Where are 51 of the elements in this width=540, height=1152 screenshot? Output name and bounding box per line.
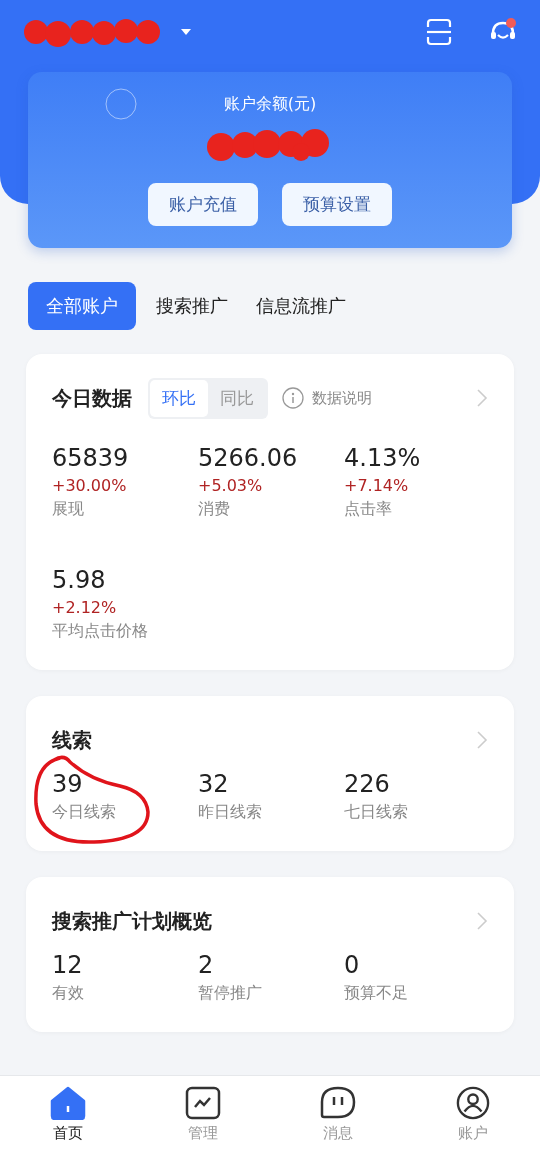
metric-value: 2 xyxy=(198,951,214,979)
metric-value: 0 xyxy=(344,951,360,979)
dropdown-caret-icon[interactable] xyxy=(180,27,192,37)
balance-label: 账户余额(元) xyxy=(223,94,317,115)
metric-label: 昨日线索 xyxy=(198,802,262,823)
circle-icon xyxy=(105,88,137,120)
speech-bubble-icon xyxy=(319,1085,356,1120)
chevron-right-icon[interactable] xyxy=(476,388,488,408)
card-title: 搜索推广计划概览 xyxy=(52,907,212,935)
metric-label: 消费 xyxy=(198,499,230,520)
nav-tab[interactable]: 消息 xyxy=(313,1083,362,1145)
metric-value: 32 xyxy=(198,770,229,798)
user-icon xyxy=(454,1085,491,1120)
account-tab[interactable]: 搜索推广 xyxy=(148,282,236,330)
account-tab[interactable]: 全部账户 xyxy=(28,282,136,330)
chevron-right-icon[interactable] xyxy=(476,911,488,931)
card-title: 今日数据 xyxy=(52,384,132,412)
metric-label: 七日线索 xyxy=(344,802,408,823)
info-link[interactable]: 数据说明 xyxy=(312,388,372,408)
account-tab[interactable]: 信息流推广 xyxy=(248,282,354,330)
trend-chart-icon xyxy=(184,1085,221,1120)
metric-value: 39 xyxy=(52,770,83,798)
info-icon[interactable] xyxy=(282,387,304,409)
metric-label: 展现 xyxy=(52,499,84,520)
metric-value: 5.98 xyxy=(52,566,106,594)
metric-change: +2.12% xyxy=(52,598,117,617)
metric-label: 暂停推广 xyxy=(198,983,262,1004)
compare-option[interactable]: 环比 xyxy=(150,379,208,417)
metric-label: 点击率 xyxy=(344,499,392,520)
metric-label: 有效 xyxy=(52,983,84,1004)
nav-tab[interactable]: 首页 xyxy=(43,1083,92,1145)
metric-label: 今日线索 xyxy=(52,802,116,823)
scan-icon[interactable] xyxy=(424,17,454,47)
metric-value: 226 xyxy=(344,770,390,798)
nav-tab[interactable]: 账户 xyxy=(448,1083,497,1145)
metric-value: 5266.06 xyxy=(198,444,298,472)
metric-label: 平均点击价格 xyxy=(52,621,148,642)
metric-change: +7.14% xyxy=(344,476,409,495)
metric-value: 12 xyxy=(52,951,83,979)
metric-label: 预算不足 xyxy=(344,983,408,1004)
metric-value: 65839 xyxy=(52,444,129,472)
nav-tab[interactable]: 管理 xyxy=(178,1083,227,1145)
metric-change: +30.00% xyxy=(52,476,127,495)
metric-value: 4.13% xyxy=(344,444,421,472)
metric-change: +5.03% xyxy=(198,476,263,495)
balance-action-button[interactable]: 预算设置 xyxy=(282,183,392,226)
chevron-right-icon[interactable] xyxy=(476,730,488,750)
balance-action-button[interactable]: 账户充值 xyxy=(148,183,258,226)
card-title: 线索 xyxy=(52,726,92,754)
compare-option[interactable]: 同比 xyxy=(208,379,266,417)
home-icon xyxy=(49,1085,86,1120)
